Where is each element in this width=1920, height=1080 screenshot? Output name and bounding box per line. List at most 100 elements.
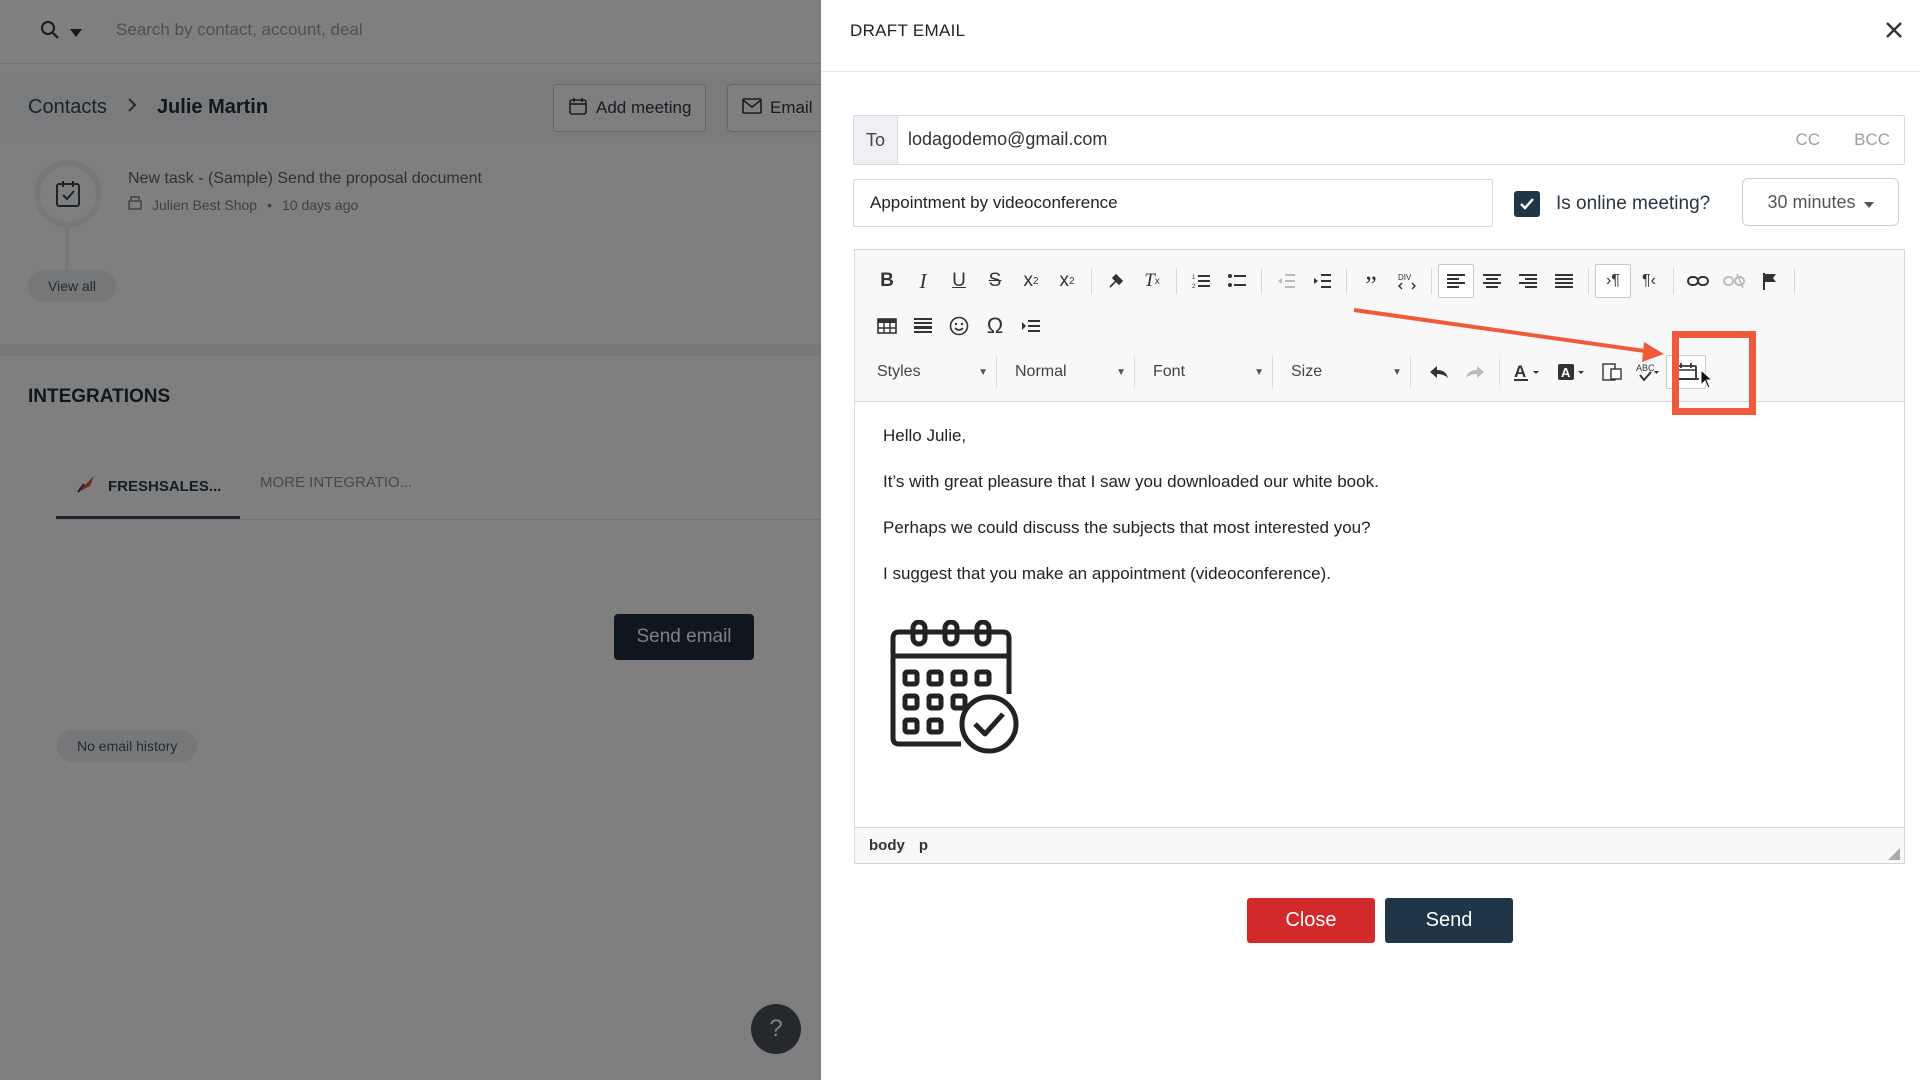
create-div-icon[interactable]: DIV <box>1389 264 1425 298</box>
add-meeting-button[interactable]: Add meeting <box>553 84 707 132</box>
format-label: Normal <box>1015 363 1067 380</box>
calendar-icon <box>568 96 588 121</box>
help-button[interactable]: ? <box>751 1004 801 1054</box>
numbered-list-icon[interactable]: 12 <box>1183 264 1219 298</box>
page-break-icon[interactable] <box>1013 309 1049 343</box>
remove-format-icon[interactable]: Tx <box>1134 264 1170 298</box>
svg-text:A: A <box>1514 362 1526 381</box>
bold-icon[interactable]: B <box>869 264 905 298</box>
align-justify-icon[interactable] <box>1546 264 1582 298</box>
svg-text:2: 2 <box>1192 284 1196 289</box>
freshsales-logo-icon <box>76 474 96 498</box>
task-title[interactable]: New task - (Sample) Send the proposal do… <box>128 170 482 188</box>
preview-icon[interactable] <box>1594 355 1630 389</box>
chevron-right-icon <box>127 96 137 119</box>
special-character-icon[interactable]: Ω <box>977 309 1013 343</box>
superscript-icon[interactable]: x2 <box>1049 264 1085 298</box>
undo-icon[interactable] <box>1421 355 1457 389</box>
body-line: Perhaps we could discuss the subjects th… <box>883 518 1371 537</box>
online-meeting-checkbox[interactable] <box>1514 191 1540 217</box>
align-center-icon[interactable] <box>1474 264 1510 298</box>
bulleted-list-icon[interactable] <box>1219 264 1255 298</box>
task-age: 10 days ago <box>281 196 359 213</box>
path-body[interactable]: body <box>869 837 905 854</box>
emoji-icon[interactable] <box>941 309 977 343</box>
dot-separator: • <box>267 196 272 213</box>
table-icon[interactable] <box>869 309 905 343</box>
tab-more-integrations[interactable]: MORE INTEGRATIO... <box>260 474 412 491</box>
copy-format-icon[interactable] <box>1098 264 1134 298</box>
tab-freshsales-label: FRESHSALES... <box>108 477 222 495</box>
panel-title: DRAFT EMAIL <box>850 21 966 40</box>
tab-freshsales[interactable]: FRESHSALES... <box>76 474 221 498</box>
outdent-icon[interactable] <box>1268 264 1304 298</box>
rtl-direction-icon[interactable]: ¶‹ <box>1631 264 1667 298</box>
indent-icon[interactable] <box>1304 264 1340 298</box>
email-body[interactable]: Hello Julie, It’s with great pleasure th… <box>855 402 1904 825</box>
calendar-check-icon <box>885 619 1021 761</box>
subscript-icon[interactable]: x2 <box>1013 264 1049 298</box>
styles-dropdown[interactable]: Styles ▼ <box>869 356 997 388</box>
format-dropdown[interactable]: Normal ▼ <box>1007 356 1135 388</box>
resize-handle-icon[interactable] <box>1888 847 1900 860</box>
search-icon[interactable] <box>40 20 60 45</box>
to-input[interactable]: lodagodemo@gmail.com <box>908 129 1107 150</box>
close-icon[interactable] <box>1880 16 1908 44</box>
bcc-button[interactable]: BCC <box>1854 130 1890 150</box>
path-p[interactable]: p <box>919 837 928 854</box>
horizontal-line-icon[interactable] <box>905 309 941 343</box>
online-meeting-label[interactable]: Is online meeting? <box>1556 193 1710 215</box>
email-button[interactable]: Email <box>727 84 821 132</box>
to-label: To <box>854 116 898 164</box>
ltr-direction-icon[interactable]: ›¶ <box>1595 264 1631 298</box>
to-field: To lodagodemo@gmail.com CC BCC <box>853 115 1905 165</box>
text-color-icon[interactable]: A <box>1506 355 1550 389</box>
caret-down-icon: ▼ <box>1392 366 1402 378</box>
integrations-title: INTEGRATIONS <box>28 386 171 407</box>
unlink-icon[interactable] <box>1716 264 1752 298</box>
caret-down-icon: ▼ <box>1254 366 1264 378</box>
blockquote-icon[interactable]: ” <box>1353 264 1389 300</box>
mail-icon <box>742 97 762 119</box>
svg-text:1: 1 <box>1192 275 1196 281</box>
caret-down-icon: ▼ <box>1116 366 1126 378</box>
italic-icon[interactable]: I <box>905 264 941 298</box>
task-meta: Julien Best Shop • 10 days ago <box>128 196 358 213</box>
send-button[interactable]: Send <box>1385 898 1513 943</box>
svg-text:ABC: ABC <box>1636 363 1655 373</box>
body-line: I suggest that you make an appointment (… <box>883 564 1331 583</box>
background-color-icon[interactable]: A <box>1550 355 1594 389</box>
integration-tabs: FRESHSALES... MORE INTEGRATIO... <box>56 460 821 520</box>
send-email-button[interactable]: Send email <box>614 614 754 660</box>
body-line: It’s with great pleasure that I saw you … <box>883 472 1379 491</box>
spellcheck-icon[interactable]: ABC <box>1630 355 1666 389</box>
close-button[interactable]: Close <box>1247 898 1375 943</box>
chevron-down-icon[interactable] <box>70 24 82 42</box>
redo-icon[interactable] <box>1457 355 1493 389</box>
task-account[interactable]: Julien Best Shop <box>152 197 257 213</box>
duration-value: 30 minutes <box>1767 191 1856 212</box>
svg-text:A: A <box>1561 365 1571 380</box>
task-icon <box>34 160 102 228</box>
align-right-icon[interactable] <box>1510 264 1546 298</box>
breadcrumb-contacts[interactable]: Contacts <box>28 96 107 119</box>
anchor-flag-icon[interactable] <box>1752 264 1788 298</box>
annotation-highlight-box <box>1672 331 1756 415</box>
underline-icon[interactable]: U <box>941 264 977 298</box>
align-left-icon[interactable] <box>1438 264 1474 298</box>
cc-button[interactable]: CC <box>1795 130 1820 150</box>
search-input[interactable]: Search by contact, account, deal <box>116 20 363 40</box>
breadcrumb-current: Julie Martin <box>156 96 269 118</box>
add-meeting-label: Add meeting <box>596 98 692 117</box>
view-all-button[interactable]: View all <box>28 270 116 302</box>
caret-down-icon <box>1863 192 1874 213</box>
subject-input[interactable]: Appointment by videoconference <box>853 179 1493 227</box>
duration-select[interactable]: 30 minutes <box>1742 178 1899 226</box>
font-dropdown[interactable]: Font ▼ <box>1145 356 1273 388</box>
strikethrough-icon[interactable]: S <box>977 264 1013 298</box>
no-email-history-badge: No email history <box>57 730 198 762</box>
top-bar: Search by contact, account, deal <box>0 0 821 64</box>
link-icon[interactable] <box>1680 264 1716 298</box>
size-dropdown[interactable]: Size ▼ <box>1283 356 1411 388</box>
element-path-bar: body p <box>855 827 1904 863</box>
